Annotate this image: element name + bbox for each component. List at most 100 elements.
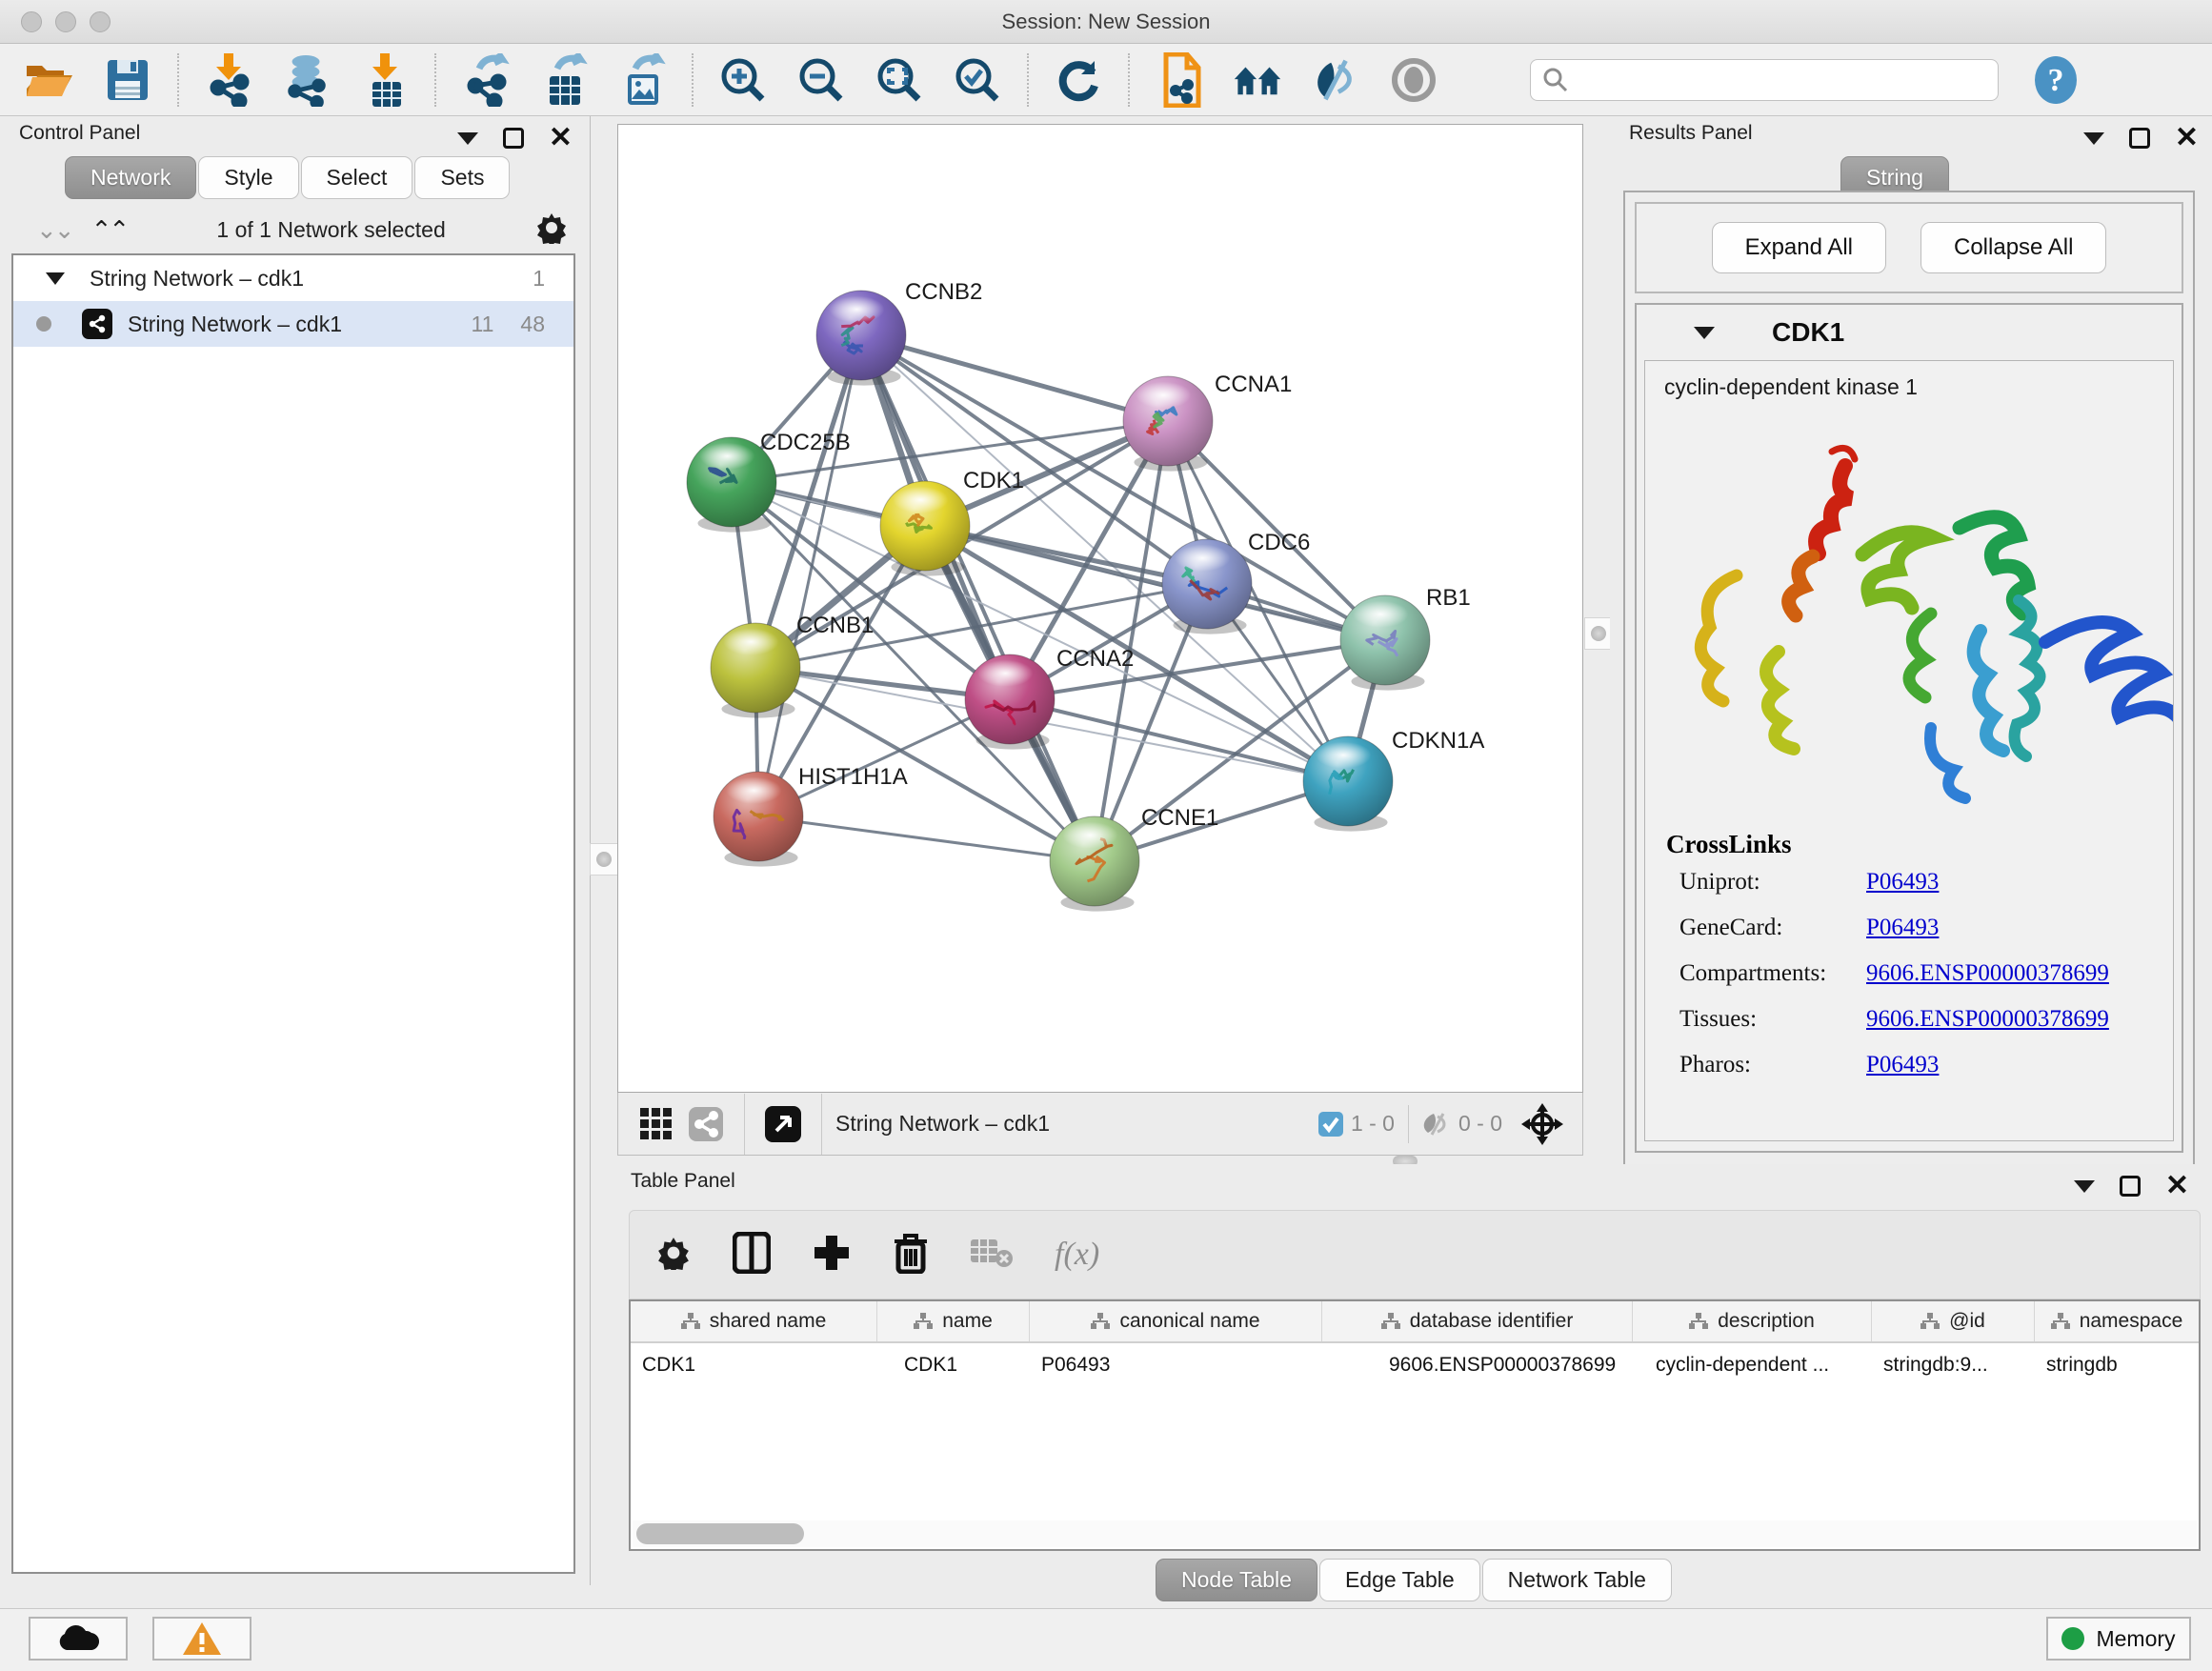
table-gear-icon[interactable] [656, 1236, 691, 1275]
warnings-button[interactable] [152, 1617, 251, 1661]
collapse-all-networks-icon[interactable]: ⌄⌄ [36, 215, 72, 245]
column-icon [1920, 1313, 1940, 1330]
tab-node-table[interactable]: Node Table [1156, 1559, 1317, 1601]
control-panel-float-icon[interactable] [503, 128, 524, 149]
tab-edge-table[interactable]: Edge Table [1319, 1559, 1480, 1601]
edge-CCNB2-HIST1H1A[interactable] [758, 335, 861, 816]
table-panel-float-icon[interactable] [2120, 1176, 2141, 1197]
svg-text:?: ? [2048, 63, 2064, 98]
delete-column-icon[interactable] [893, 1232, 929, 1278]
tab-select[interactable]: Select [301, 156, 413, 199]
document-network-icon[interactable] [1155, 55, 1204, 105]
main-toolbar: ? [0, 44, 2212, 116]
network-collection-row[interactable]: String Network – cdk1 1 [13, 255, 573, 301]
fit-content-crosshair-icon[interactable] [1518, 1099, 1567, 1149]
export-network-icon[interactable] [461, 55, 511, 105]
show-all-icon[interactable] [1389, 55, 1438, 105]
export-table-icon[interactable] [539, 55, 589, 105]
collapse-all-button[interactable]: Collapse All [1920, 222, 2106, 273]
hidden-eye-icon [1422, 1112, 1451, 1137]
import-table-icon[interactable] [360, 55, 410, 105]
function-builder-icon[interactable]: f(x) [1055, 1237, 1099, 1273]
zoom-in-icon[interactable] [718, 55, 768, 105]
column-icon [2051, 1313, 2070, 1330]
column-header[interactable]: canonical name [1030, 1301, 1322, 1341]
crosslink-link[interactable]: P06493 [1866, 1052, 1939, 1078]
results-panel-close-icon[interactable]: ✕ [2175, 128, 2199, 149]
collection-expand-caret-icon[interactable] [46, 272, 65, 285]
cloud-status-button[interactable] [29, 1617, 128, 1661]
search-box[interactable] [1530, 59, 1999, 101]
protein-structure-image [1645, 413, 2174, 814]
crosslink-link[interactable]: P06493 [1866, 869, 1939, 896]
first-neighbors-icon[interactable] [1233, 55, 1282, 105]
right-splitter-handle[interactable] [1584, 617, 1613, 650]
node-CCNE1[interactable]: CCNE1 [1050, 805, 1218, 912]
column-header[interactable]: shared name [631, 1301, 877, 1341]
open-session-icon[interactable] [25, 55, 74, 105]
crosslink-link[interactable]: P06493 [1866, 915, 1939, 941]
node-CCNA1[interactable]: CCNA1 [1123, 372, 1292, 472]
network-birdseye-icon[interactable] [681, 1099, 731, 1149]
show-columns-icon[interactable] [733, 1232, 771, 1278]
node-CCNB1[interactable]: CCNB1 [711, 613, 874, 718]
node-CDC25B[interactable]: CDC25B [687, 430, 851, 533]
refresh-icon[interactable] [1054, 55, 1103, 105]
memory-status-dot [2061, 1627, 2084, 1650]
column-header[interactable]: database identifier [1322, 1301, 1633, 1341]
column-header[interactable]: namespace [2035, 1301, 2199, 1341]
zoom-selected-icon[interactable] [953, 55, 1002, 105]
control-panel-close-icon[interactable]: ✕ [549, 128, 573, 149]
node-section-caret-icon[interactable] [1694, 327, 1715, 339]
detach-view-icon[interactable] [758, 1099, 808, 1149]
network-options-gear-icon[interactable] [535, 211, 568, 249]
delete-table-icon[interactable] [971, 1238, 1013, 1273]
hide-selected-icon[interactable] [1311, 55, 1360, 105]
export-image-icon[interactable] [617, 55, 667, 105]
crosslinks-section: CrossLinks Uniprot:P06493 GeneCard:P0649… [1645, 818, 2173, 1103]
expand-all-networks-icon[interactable]: ⌃⌃ [91, 215, 128, 245]
save-session-icon[interactable] [103, 55, 152, 105]
title-bar: Session: New Session [0, 0, 2212, 44]
tab-style[interactable]: Style [198, 156, 298, 199]
control-panel-menu-icon[interactable] [457, 132, 478, 145]
crosslink-link[interactable]: 9606.ENSP00000378699 [1866, 960, 2109, 987]
node-CCNA2[interactable]: CCNA2 [965, 646, 1134, 750]
column-header[interactable]: @id [1872, 1301, 2035, 1341]
search-input[interactable] [1569, 68, 1986, 91]
memory-button[interactable]: Memory [2046, 1617, 2191, 1661]
tab-network-table[interactable]: Network Table [1482, 1559, 1672, 1601]
edge-HIST1H1A-CCNE1[interactable] [758, 816, 1095, 861]
tab-sets[interactable]: Sets [414, 156, 510, 199]
network-row[interactable]: String Network – cdk1 11 48 [13, 301, 573, 347]
node-label-CCNA1: CCNA1 [1215, 372, 1292, 397]
expand-all-button[interactable]: Expand All [1712, 222, 1886, 273]
horizontal-scrollbar[interactable] [633, 1520, 2197, 1547]
results-panel-float-icon[interactable] [2129, 128, 2150, 149]
add-column-icon[interactable] [813, 1234, 851, 1277]
column-header[interactable]: description [1633, 1301, 1872, 1341]
tab-network[interactable]: Network [65, 156, 196, 199]
table-panel-menu-icon[interactable] [2074, 1180, 2095, 1193]
help-icon[interactable]: ? [2031, 55, 2081, 105]
results-panel-menu-icon[interactable] [2083, 132, 2104, 145]
scrollbar-thumb[interactable] [636, 1523, 804, 1544]
table-panel-close-icon[interactable]: ✕ [2165, 1176, 2189, 1197]
control-panel: Control Panel ✕ NetworkStyleSelectSets ⌄… [0, 116, 591, 1585]
zoom-fit-icon[interactable] [875, 55, 924, 105]
node-RB1[interactable]: RB1 [1340, 585, 1471, 691]
zoom-out-icon[interactable] [796, 55, 846, 105]
grid-view-icon[interactable] [632, 1099, 681, 1149]
import-network-icon[interactable] [204, 55, 253, 105]
crosslink-link[interactable]: 9606.ENSP00000378699 [1866, 1006, 2109, 1033]
network-canvas[interactable]: CCNB2CCNA1CDC25BCDK1CDC6RB1CCNB1CCNA2CDK… [617, 124, 1583, 1093]
node-HIST1H1A[interactable]: HIST1H1A [714, 764, 908, 867]
import-database-icon[interactable] [282, 55, 332, 105]
crosslinks-heading: CrossLinks [1666, 830, 2152, 859]
crosslink-label: Tissues: [1679, 1006, 1866, 1033]
node-label-CCNE1: CCNE1 [1141, 805, 1218, 831]
left-splitter-handle[interactable] [590, 843, 618, 876]
node-CDKN1A[interactable]: CDKN1A [1303, 728, 1484, 832]
table-row[interactable]: CDK1 CDK1 P06493 9606.ENSP00000378699 cy… [631, 1343, 2199, 1387]
column-header[interactable]: name [877, 1301, 1030, 1341]
